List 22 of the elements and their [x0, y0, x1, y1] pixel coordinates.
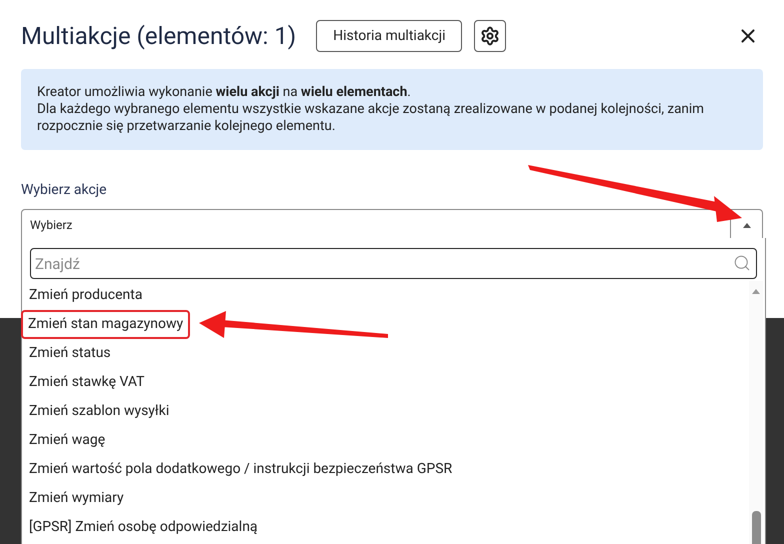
- option-item[interactable]: Zmień wagę: [22, 428, 110, 453]
- action-select[interactable]: Wybierz: [21, 209, 763, 241]
- scrollbar[interactable]: [749, 281, 763, 544]
- dialog-title: Multiakcje (elementów: 1): [21, 21, 296, 52]
- option-item[interactable]: Zmień wymiary: [22, 486, 129, 511]
- option-item[interactable]: Zmień szablon wysyłki: [22, 399, 174, 424]
- field-label: Wybierz akcje: [21, 181, 108, 200]
- select-value: Wybierz: [29, 217, 74, 234]
- info-text: Kreator umożliwia wykonanie wielu akcji na wielu elementach.: [37, 84, 412, 101]
- option-item[interactable]: Zmień stawkę VAT: [22, 370, 150, 395]
- option-item[interactable]: Zmień status: [22, 341, 116, 366]
- option-item[interactable]: [GPSR] Zmień osobę odpowiedzialną: [22, 515, 263, 540]
- settings-icon: [480, 26, 500, 46]
- scroll-up-icon: [752, 289, 760, 294]
- search-field[interactable]: Znajdź: [30, 248, 757, 279]
- search-icon: [733, 254, 751, 272]
- option-item[interactable]: Zmień wartość pola dodatkowego / instrukcji bezpieczeństwa GPSR: [22, 457, 458, 482]
- option-item[interactable]: Zmień stan magazynowy: [21, 310, 190, 339]
- option-item[interactable]: Zmień producenta: [22, 283, 148, 308]
- info-text: Dla każdego wybranego elementu wszystkie wskazane akcje zostaną zrealizowane w podanej kolejności, zanim rozpocznie się przetwarzanie kolejnego elementu.: [37, 101, 706, 135]
- history-button[interactable]: Historia multiakcji: [316, 20, 462, 52]
- settings-button[interactable]: [474, 20, 506, 52]
